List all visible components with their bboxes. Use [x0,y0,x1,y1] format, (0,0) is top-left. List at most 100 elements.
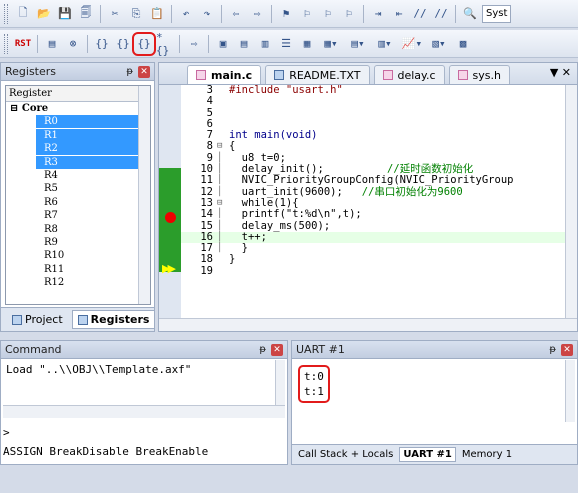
stop-icon[interactable]: ⊗ [64,35,82,53]
unindent-icon[interactable]: ⇤ [390,5,408,23]
register-row[interactable]: R1 [6,128,150,142]
step-over-icon[interactable]: {} [114,35,132,53]
editor-horizontal-scrollbar[interactable] [159,318,577,331]
indent-icon[interactable]: ⇥ [369,5,387,23]
target-select[interactable]: Syst [482,4,512,23]
bottom-tab[interactable]: UART #1 [399,447,456,462]
editor-vertical-scrollbar[interactable] [565,85,577,318]
code-text[interactable]: 3 #include "usart.h" 4 5 6 7 int main(void) 8 ⊟{… [181,85,565,318]
command-window-icon[interactable]: ▣ [214,35,232,53]
code-line[interactable]: 5 [181,107,565,119]
editor-tab[interactable]: sys.h [448,65,510,84]
nav-forward-icon[interactable]: ⇨ [248,5,266,23]
register-row[interactable]: R11 [6,263,150,276]
breakpoint-icon[interactable] [165,212,176,223]
tab-project[interactable]: Project [7,311,68,328]
fold-marker-icon[interactable] [217,130,229,141]
uart-scrollbar[interactable] [565,360,575,422]
uncomment-icon[interactable]: // [432,5,450,23]
memory-windows-dropdown-icon[interactable]: ▤▾ [346,35,370,53]
tab-registers[interactable]: Registers [71,310,156,329]
editor-tab-menu[interactable]: ▼ ✕ [550,66,571,79]
register-row[interactable]: R7 [6,209,150,222]
open-folder-icon[interactable]: 📂 [35,5,53,23]
save-all-icon[interactable]: 🗐 [77,5,95,23]
toolbox-icon[interactable]: ▩ [454,35,472,53]
code-line[interactable]: 18} [181,254,565,266]
command-horizontal-scrollbar[interactable] [3,405,285,418]
close-icon[interactable]: ✕ [271,343,283,356]
fold-marker-icon[interactable] [217,119,229,130]
redo-icon[interactable]: ↷ [198,5,216,23]
cut-icon[interactable]: ✂ [106,5,124,23]
editor-tab[interactable]: main.c [187,65,262,84]
analysis-windows-dropdown-icon[interactable]: 📈▾ [400,35,424,53]
registers-scrollbar[interactable] [138,86,150,304]
watch-windows-dropdown-icon[interactable]: ▦▾ [319,35,343,53]
fold-marker-icon[interactable]: │ [217,221,229,232]
register-row[interactable]: R2 [6,142,150,156]
code-line[interactable]: 19 [181,265,565,277]
toolbar-grip[interactable] [4,3,8,24]
run-to-cursor-icon[interactable]: *{} [156,31,174,57]
bookmark-prev-icon[interactable]: ⚐ [298,5,316,23]
run-icon[interactable]: ▤ [43,35,61,53]
fold-marker-icon[interactable]: │ [217,209,229,220]
code-line[interactable]: 3 #include "usart.h" [181,85,565,96]
fold-marker-icon[interactable]: ⊟ [217,141,229,152]
fold-marker-icon[interactable]: │ [217,153,229,164]
new-file-icon[interactable]: 🗋 [14,5,32,23]
fold-marker-icon[interactable]: │ [217,243,229,254]
register-row[interactable]: R10 [6,249,150,262]
reset-cpu-button[interactable]: RST [14,35,32,53]
pin-icon[interactable]: ᵽ [549,344,556,355]
register-row[interactable]: R0 [6,115,150,129]
register-row[interactable]: R3 [6,155,150,169]
call-stack-window-icon[interactable]: ▦ [298,35,316,53]
register-row[interactable]: R5 [6,182,150,195]
bookmark-icon[interactable]: ⚑ [277,5,295,23]
close-icon[interactable]: ✕ [138,65,150,78]
bottom-tab[interactable]: Call Stack + Locals [298,449,393,460]
editor-tab[interactable]: README.TXT [265,65,370,84]
bottom-tab[interactable]: Memory 1 [462,449,512,460]
registers-window-icon[interactable]: ☰ [277,35,295,53]
undo-icon[interactable]: ↶ [177,5,195,23]
bookmark-next-icon[interactable]: ⚐ [319,5,337,23]
fold-marker-icon[interactable]: │ [217,164,229,175]
fold-marker-icon[interactable] [217,108,229,119]
step-into-icon[interactable]: {} [93,35,111,53]
disassembly-window-icon[interactable]: ▤ [235,35,253,53]
fold-marker-icon[interactable]: ⊟ [217,198,229,209]
serial-windows-dropdown-icon[interactable]: ▥▾ [373,35,397,53]
pin-icon[interactable]: ᵽ [126,66,133,77]
register-row[interactable]: R6 [6,196,150,209]
copy-icon[interactable]: ⎘ [127,5,145,23]
register-row[interactable]: R12 [6,276,150,289]
fold-marker-icon[interactable] [217,266,229,277]
fold-marker-icon[interactable] [217,254,229,265]
fold-marker-icon[interactable] [217,96,229,107]
fold-marker-icon[interactable]: │ [217,175,229,186]
find-in-files-icon[interactable]: 🔍 [461,5,479,23]
pin-icon[interactable]: ᵽ [259,344,266,355]
code-line[interactable]: 17 │ } [181,242,565,254]
command-input[interactable]: > [3,426,285,440]
step-out-icon[interactable]: {} [132,31,156,56]
comment-icon[interactable]: // [411,5,429,23]
show-next-statement-icon[interactable]: ⇨ [185,35,203,53]
register-row[interactable]: R4 [6,169,150,182]
fold-marker-icon[interactable]: │ [217,187,229,198]
code-line[interactable]: 14 │ printf("t:%d\n",t); [181,208,565,220]
core-group[interactable]: ⊟ Core [6,102,150,115]
register-row[interactable]: R9 [6,236,150,249]
code-line[interactable]: 7 int main(void) [181,129,565,141]
nav-back-icon[interactable]: ⇦ [227,5,245,23]
save-icon[interactable]: 💾 [56,5,74,23]
fold-marker-icon[interactable]: │ [217,232,229,243]
register-row[interactable]: R8 [6,223,150,236]
close-icon[interactable]: ✕ [561,343,573,356]
paste-icon[interactable]: 📋 [148,5,166,23]
system-viewer-dropdown-icon[interactable]: ▧▾ [427,35,451,53]
symbols-window-icon[interactable]: ▥ [256,35,274,53]
